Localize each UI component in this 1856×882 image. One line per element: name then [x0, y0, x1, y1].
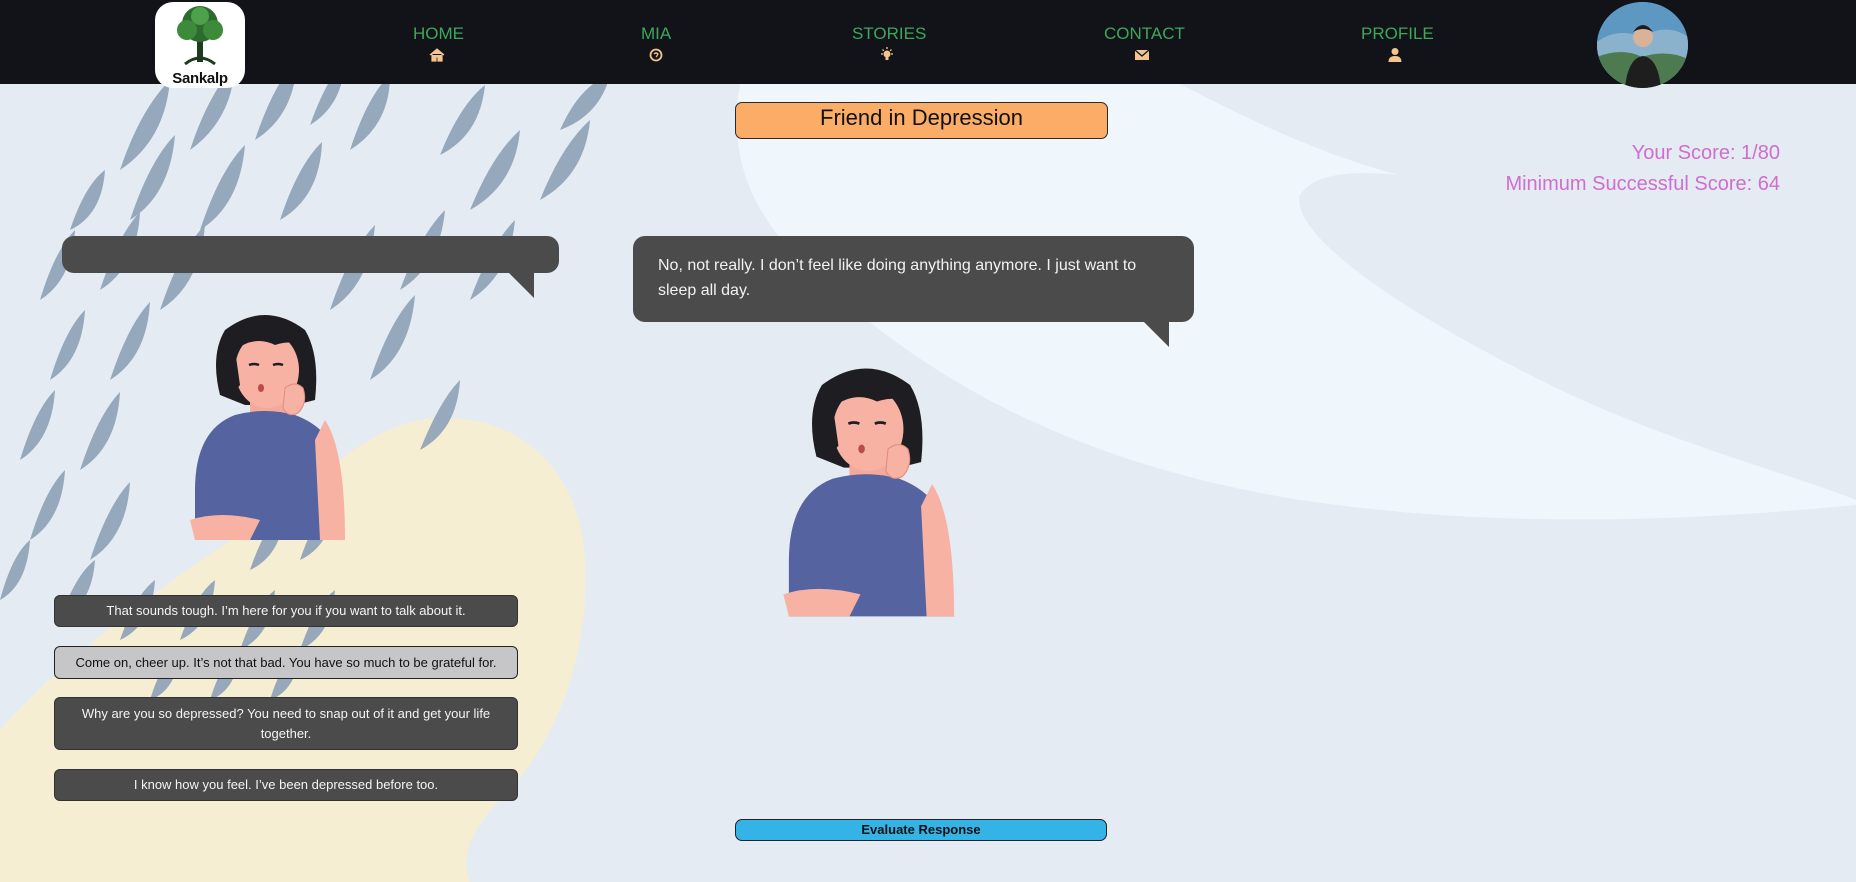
friend-speech-bubble: No, not really. I don’t feel like doing …: [633, 236, 1194, 347]
nav-stories-label: STORIES: [852, 24, 927, 43]
nav-mia[interactable]: MIA: [641, 24, 671, 64]
lightbulb-icon: [881, 47, 893, 60]
nav-mia-label: MIA: [641, 24, 672, 43]
user-icon: [1388, 48, 1402, 62]
score-panel: Your Score: 1/80 Minimum Successful Scor…: [1505, 138, 1780, 200]
minimum-score: Minimum Successful Score: 64: [1505, 173, 1780, 195]
nav-home-label: HOME: [413, 24, 464, 43]
response-option-4[interactable]: I know how you feel. I’ve been depressed…: [54, 769, 518, 801]
friend-character-illustration: [783, 368, 955, 617]
current-score: Your Score: 1/80: [1631, 142, 1780, 164]
friend-bubble-text: No, not really. I don’t feel like doing …: [658, 257, 1137, 299]
brain-icon: [649, 48, 663, 62]
home-icon: [429, 48, 445, 62]
user-avatar[interactable]: [1597, 2, 1688, 88]
sankalp-logo[interactable]: Sankalp: [155, 2, 245, 88]
tree-logo-icon: [177, 6, 223, 66]
bubble-tail: [508, 272, 534, 298]
nav-profile-label: PROFILE: [1361, 24, 1434, 43]
top-navbar: Sankalp HOME MIA STORIES CONTACT PROFILE: [0, 0, 1856, 88]
nav-contact[interactable]: CONTACT: [1104, 24, 1185, 64]
player-character-illustration: [190, 315, 345, 540]
player-speech-bubble: [62, 236, 559, 298]
avatar-photo-icon: [1597, 2, 1688, 88]
nav-home[interactable]: HOME: [413, 24, 464, 64]
nav-stories[interactable]: STORIES: [852, 24, 926, 64]
nav-profile[interactable]: PROFILE: [1361, 24, 1434, 64]
response-option-3[interactable]: Why are you so depressed? You need to sn…: [54, 697, 518, 750]
logo-text: Sankalp: [172, 70, 228, 87]
response-option-1[interactable]: That sounds tough. I’m here for you if y…: [54, 595, 518, 627]
bubble-tail: [1143, 321, 1169, 347]
envelope-icon: [1134, 49, 1149, 60]
response-option-2[interactable]: Come on, cheer up. It’s not that bad. Yo…: [54, 646, 518, 679]
nav-contact-label: CONTACT: [1104, 24, 1185, 43]
evaluate-response-button[interactable]: Evaluate Response: [735, 819, 1107, 841]
scenario-title: Friend in Depression: [735, 102, 1108, 139]
